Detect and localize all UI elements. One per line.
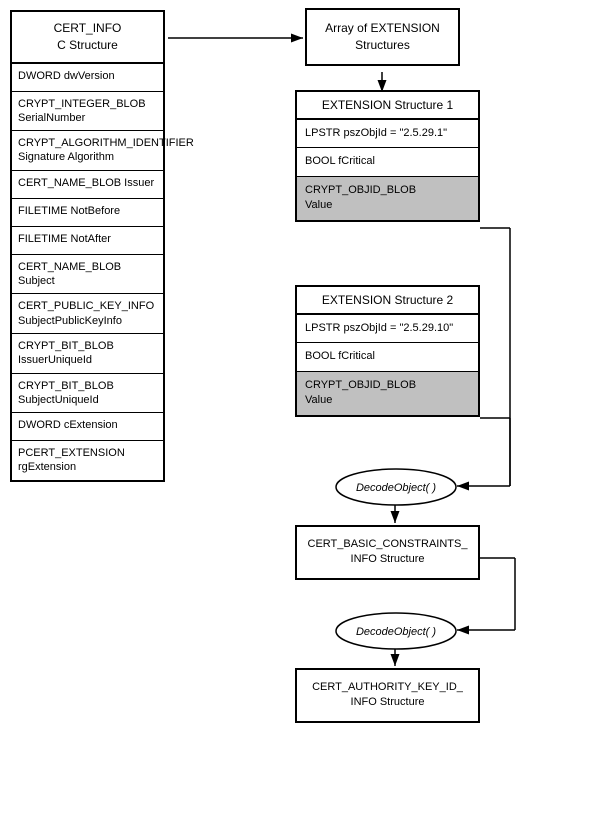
ext2-field3: CRYPT_OBJID_BLOB Value: [297, 372, 478, 415]
svg-text:DecodeObject( ): DecodeObject( ): [356, 482, 436, 494]
field-dword-dwversion: DWORD dwVersion: [12, 64, 163, 92]
cert-authority-key-id-box: CERT_AUTHORITY_KEY_ID_ INFO Structure: [295, 668, 480, 723]
field-c-extension: DWORD cExtension: [12, 413, 163, 441]
cert-info-fields: DWORD dwVersion CRYPT_INTEGER_BLOB Seria…: [12, 64, 163, 480]
basic-constraints-line1: CERT_BASIC_CONSTRAINTS_: [303, 537, 472, 552]
field-not-after: FILETIME NotAfter: [12, 227, 163, 255]
field-not-before: FILETIME NotBefore: [12, 199, 163, 227]
field-signature-alg: CRYPT_ALGORITHM_IDENTIFIER Signature Alg…: [12, 131, 163, 171]
ext1-field2: BOOL fCritical: [297, 148, 478, 176]
field-subject-unique-id: CRYPT_BIT_BLOB SubjectUniqueId: [12, 374, 163, 414]
field-issuer: CERT_NAME_BLOB Issuer: [12, 171, 163, 199]
cert-info-subtitle: C Structure: [16, 37, 159, 54]
array-box: Array of EXTENSION Structures: [305, 8, 460, 66]
ext2-field3-line1: CRYPT_OBJID_BLOB: [305, 378, 470, 393]
ext2-field1: LPSTR pszObjId = "2.5.29.10": [297, 315, 478, 343]
basic-constraints-line2: INFO Structure: [303, 552, 472, 567]
field-serial-number: CRYPT_INTEGER_BLOB SerialNumber: [12, 92, 163, 132]
field-rg-extension: PCERT_EXTENSION rgExtension: [12, 441, 163, 480]
ext2-field2: BOOL fCritical: [297, 343, 478, 371]
decode-object-2: DecodeObject( ): [335, 612, 457, 653]
extension-structure-1-box: EXTENSION Structure 1 LPSTR pszObjId = "…: [295, 90, 480, 222]
field-subject-public-key: CERT_PUBLIC_KEY_INFO SubjectPublicKeyInf…: [12, 294, 163, 334]
diagram: CERT_INFO C Structure DWORD dwVersion CR…: [0, 0, 615, 817]
ext1-field3-line2: Value: [305, 198, 470, 213]
array-box-line1: Array of EXTENSION: [313, 20, 452, 37]
authority-key-line2: INFO Structure: [303, 695, 472, 710]
field-issuer-unique-id: CRYPT_BIT_BLOB IssuerUniqueId: [12, 334, 163, 374]
array-box-line2: Structures: [313, 37, 452, 54]
cert-info-box: CERT_INFO C Structure DWORD dwVersion CR…: [10, 10, 165, 482]
ext1-field3: CRYPT_OBJID_BLOB Value: [297, 177, 478, 220]
cert-info-title: CERT_INFO: [16, 20, 159, 37]
ext1-field1: LPSTR pszObjId = "2.5.29.1": [297, 120, 478, 148]
decode1-svg: DecodeObject( ): [335, 468, 457, 506]
ext2-field3-line2: Value: [305, 393, 470, 408]
cert-basic-constraints-box: CERT_BASIC_CONSTRAINTS_ INFO Structure: [295, 525, 480, 580]
cert-info-header: CERT_INFO C Structure: [12, 12, 163, 64]
field-subject: CERT_NAME_BLOB Subject: [12, 255, 163, 295]
ext1-header: EXTENSION Structure 1: [297, 92, 478, 120]
authority-key-line1: CERT_AUTHORITY_KEY_ID_: [303, 680, 472, 695]
extension-structure-2-box: EXTENSION Structure 2 LPSTR pszObjId = "…: [295, 285, 480, 417]
ext2-header: EXTENSION Structure 2: [297, 287, 478, 315]
decode-object-1: DecodeObject( ): [335, 468, 457, 509]
decode2-svg: DecodeObject( ): [335, 612, 457, 650]
svg-text:DecodeObject( ): DecodeObject( ): [356, 626, 436, 638]
ext1-field3-line1: CRYPT_OBJID_BLOB: [305, 183, 470, 198]
